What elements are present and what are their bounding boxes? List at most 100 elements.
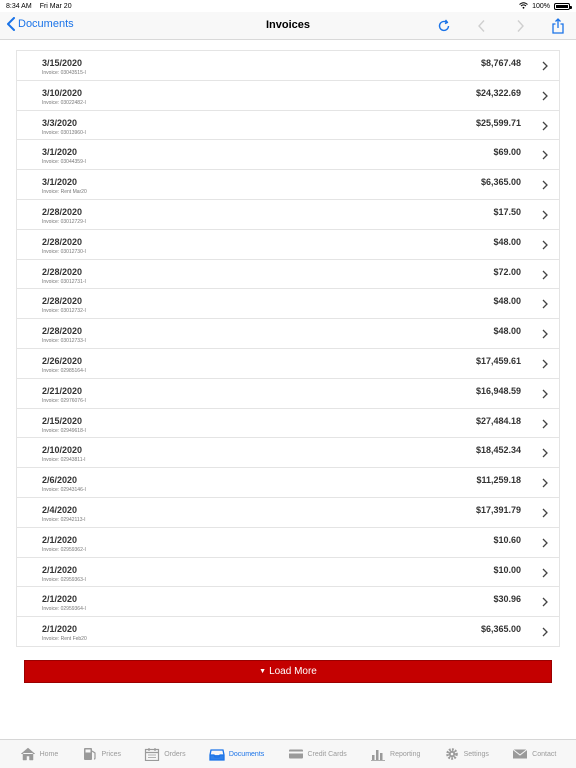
invoice-number: Invoice: 02943811-I [42,457,86,464]
invoice-row[interactable]: 2/1/2020 Invoice: 02959364-I $30.96 [17,587,559,618]
wifi-icon [519,1,528,11]
invoice-amount: $48.00 [493,236,521,247]
invoice-amount: $27,484.18 [475,415,521,426]
invoice-number: Invoice: Rent Feb20 [42,636,87,643]
invoice-row[interactable]: 2/1/2020 Invoice: Rent Feb20 $6,365.00 [17,617,559,647]
chevron-right-icon [542,180,548,190]
invoice-date: 3/1/2020 [42,177,78,188]
tab-label: Settings [463,750,489,758]
invoice-date: 2/4/2020 [42,504,78,515]
invoice-row[interactable]: 2/21/2020 Invoice: 02976076-I $16,948.59 [17,379,559,409]
invoice-number: Invoice: 02949618-I [42,427,86,434]
invoice-number: Invoice: 03012730-I [42,248,86,255]
invoice-amount: $6,365.00 [480,177,521,188]
invoice-date: 2/28/2020 [42,206,83,217]
tab-contact[interactable]: Contact [512,747,556,761]
invoice-row[interactable]: 2/15/2020 Invoice: 02949618-I $27,484.18 [17,409,559,439]
invoice-row[interactable]: 3/1/2020 Invoice: Rent Mar20 $6,365.00 [17,170,559,200]
tab-orders[interactable]: Orders [144,747,186,761]
invoice-row[interactable]: 2/6/2020 Invoice: 02943146-I $11,259.18 [17,468,559,498]
invoice-row[interactable]: 2/26/2020 Invoice: 02985164-I $17,459.61 [17,349,559,379]
invoice-number: Invoice: 02943146-I [42,487,86,494]
load-more-label: Load More [269,666,317,677]
tab-label: Prices [101,750,121,758]
chevron-right-icon [542,150,548,160]
tab-label: Reporting [390,750,421,758]
share-button[interactable] [548,16,568,36]
tab-reporting[interactable]: Reporting [370,747,420,761]
refresh-icon [438,19,450,32]
envelope-icon [512,749,528,759]
invoice-amount: $17.50 [493,206,521,217]
chevron-right-icon [542,448,548,458]
invoice-date: 3/1/2020 [42,147,78,158]
invoice-row[interactable]: 2/4/2020 Invoice: 02942113-I $17,391.79 [17,498,559,528]
invoice-amount: $48.00 [493,326,521,337]
invoice-row[interactable]: 3/1/2020 Invoice: 03044359-I $69.00 [17,140,559,171]
tab-label: Credit Cards [307,750,347,758]
navigation-bar: Documents Invoices [0,12,576,40]
tab-prices[interactable]: Prices [82,747,121,761]
chevron-right-icon [542,389,548,399]
invoice-date: 2/1/2020 [42,534,78,545]
invoice-number: Invoice: 03022482-I [42,99,86,106]
invoice-date: 2/28/2020 [42,266,83,277]
invoice-amount: $48.00 [493,296,521,307]
invoice-amount: $69.00 [493,147,521,158]
invoice-amount: $8,767.48 [480,58,521,68]
chevron-right-icon [542,240,548,250]
home-icon [20,747,35,761]
invoice-date: 2/1/2020 [42,564,78,575]
invoice-row[interactable]: 3/15/2020 Invoice: 03043515-I $8,767.48 [17,51,559,81]
chevron-right-icon [542,61,548,71]
gear-icon [445,748,458,760]
invoice-row[interactable]: 2/28/2020 Invoice: 03012732-I $48.00 [17,289,559,320]
invoice-row[interactable]: 2/1/2020 Invoice: 02959362-I $10.60 [17,528,559,558]
tab-settings[interactable]: Settings [444,747,489,761]
invoice-list: 3/15/2020 Invoice: 03043515-I $8,767.48 3/1… [16,50,560,647]
tab-credit-cards[interactable]: Credit Cards [288,747,347,761]
invoice-amount: $16,948.59 [475,385,521,396]
previous-button[interactable] [472,16,492,36]
chevron-right-icon [542,91,548,101]
invoice-number: Invoice: 03012729-I [42,218,86,225]
load-more-button[interactable]: ▼ Load More [24,660,552,683]
invoice-amount: $25,599.71 [475,117,521,128]
invoice-date: 2/28/2020 [42,296,83,307]
tab-label: Home [39,750,59,758]
share-icon [552,18,564,34]
invoice-row[interactable]: 2/28/2020 Invoice: 03012730-I $48.00 [17,230,559,260]
invoice-row[interactable]: 2/28/2020 Invoice: 03012729-I $17.50 [17,200,559,230]
invoice-row[interactable]: 2/28/2020 Invoice: 03012733-I $48.00 [17,319,559,349]
chevron-right-icon [542,508,548,518]
invoice-date: 2/28/2020 [42,236,83,247]
chevron-right-icon [542,597,548,607]
invoice-row[interactable]: 2/28/2020 Invoice: 03012731-I $72.00 [17,260,559,290]
invoice-date: 2/21/2020 [42,385,83,396]
credit-card-icon [288,749,303,759]
invoice-date: 2/10/2020 [42,445,83,456]
invoice-row[interactable]: 3/3/2020 Invoice: 03013960-I $25,599.71 [17,111,559,141]
calendar-icon [145,748,160,761]
invoice-date: 3/10/2020 [42,87,83,98]
invoice-row[interactable]: 2/1/2020 Invoice: 02959363-I $10.00 [17,558,559,588]
invoice-row[interactable]: 2/10/2020 Invoice: 02943811-I $18,452.34 [17,438,559,469]
invoice-date: 2/26/2020 [42,355,83,366]
tab-documents[interactable]: Documents [209,747,264,761]
status-bar: 8:34 AM Fri Mar 20 100% [0,0,576,12]
invoice-number: Invoice: 02959364-I [42,606,86,613]
chevron-right-icon [542,478,548,488]
status-date: Fri Mar 20 [39,2,72,10]
refresh-button[interactable] [434,16,454,36]
tab-bar: Home Prices Orders Documents Credit Cards Rep… [0,739,576,768]
next-button[interactable] [510,16,530,36]
invoice-date: 3/15/2020 [42,58,83,68]
invoice-amount: $11,259.18 [476,475,521,486]
tab-home[interactable]: Home [20,747,59,761]
caret-down-icon: ▼ [259,668,267,675]
invoice-date: 2/1/2020 [42,594,78,605]
chevron-right-icon [542,627,548,637]
invoice-amount: $10.60 [493,534,521,545]
invoice-row[interactable]: 3/10/2020 Invoice: 03022482-I $24,322.69 [17,81,559,111]
invoice-amount: $24,322.69 [475,87,521,98]
